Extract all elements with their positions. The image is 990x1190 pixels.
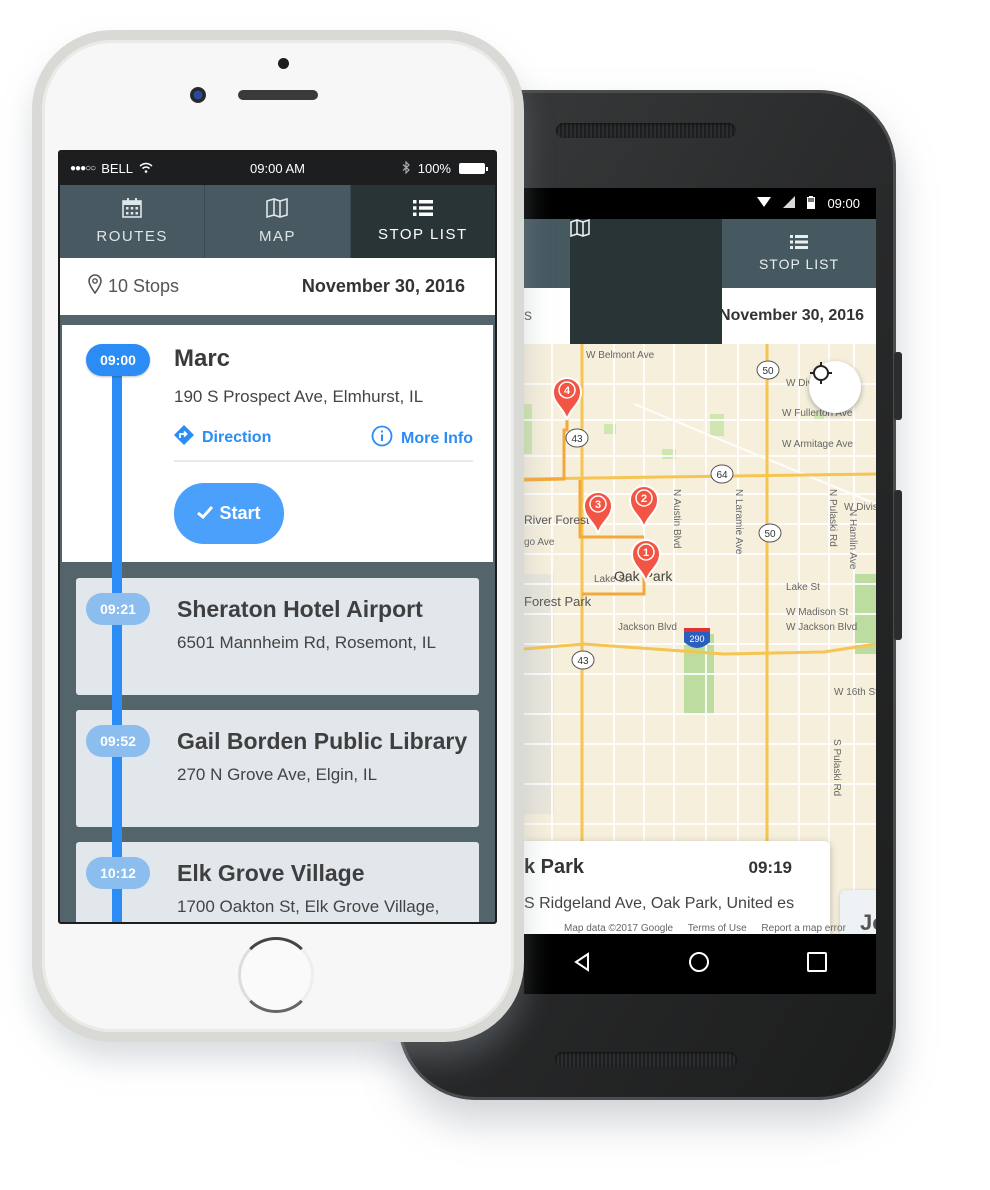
volume-button [894,490,902,640]
stop-card[interactable]: 10:12 Elk Grove Village 1700 Oakton St, El… [76,842,479,922]
stop-name: Marc [174,345,231,372]
timeline-line [112,562,122,578]
signal-dots: ●●●○○ [70,163,96,174]
back-icon[interactable] [573,951,591,977]
card-divider [174,460,473,462]
terms-link[interactable]: Terms of Use [688,923,747,934]
stops-count: 10 Stops [88,274,179,299]
stop-card[interactable]: 09:21 Sheraton Hotel Airport 6501 Mannheim… [76,578,479,695]
next-stop-title: Jo [860,910,876,934]
home-button[interactable] [238,937,314,1013]
direction-link[interactable]: Direction [174,425,271,450]
android-status-bar: 09:00 [524,188,876,219]
stop-address: 270 N Grove Ave, Elgin, IL [177,765,378,784]
route-header: 10 Stops November 30, 2016 [60,258,495,315]
power-button [894,352,902,420]
battery-icon [807,195,816,212]
front-camera [190,87,206,103]
stop-time-badge: 10:12 [86,857,150,889]
checkmark-icon [197,503,214,524]
android-status-time: 09:00 [827,196,860,211]
stop-name: Sheraton Hotel Airport [177,596,423,622]
map-marker-3[interactable]: 3 [582,491,614,535]
stop-address: S Ridgeland Ave, Oak Park, United es [524,895,795,912]
proximity-sensor [278,58,289,69]
android-bottom-speaker [555,1052,737,1067]
stop-address: 190 S Prospect Ave, Elmhurst, IL [174,387,424,406]
stop-name: Elk Grove Village [177,860,365,886]
battery-percent: 100% [417,161,451,176]
stop-list: 09:00 Marc 190 S Prospect Ave, Elmhurst,… [60,315,495,922]
iphone-screen: ●●●○○ BELL 09:00 AM 100% ROUTES MAP STOP… [58,150,497,924]
more-info-link[interactable]: More Info [371,425,473,452]
calendar-icon [122,198,142,222]
active-stop-card[interactable]: 09:00 Marc 190 S Prospect Ave, Elmhurst,… [62,325,493,582]
ios-status-bar: ●●●○○ BELL 09:00 AM 100% [60,152,495,185]
ios-status-time: 09:00 AM [250,161,305,176]
wifi-icon [757,196,772,211]
recents-icon[interactable] [807,951,828,977]
tab-map[interactable]: MAP [205,185,351,258]
start-button[interactable]: Start [174,483,284,544]
map-marker-1[interactable]: 1 [630,539,662,583]
stop-address: 1700 Oakton St, Elk Grove Village, [177,897,440,916]
list-icon [790,235,808,252]
location-pin-icon [88,274,102,299]
map-marker-label: 4 [564,385,571,397]
signal-icon [783,196,796,211]
report-error-link[interactable]: Report a map error [761,923,845,934]
stop-time-badge: 09:00 [86,344,150,376]
tab-stop-list[interactable]: STOP LIST [722,219,876,288]
list-icon [412,200,433,220]
stop-time-badge: 09:52 [86,725,150,757]
stop-title: k Park [524,856,585,878]
stop-time-badge: 09:21 [86,593,150,625]
android-tab-bar: MAP STOP LIST [524,219,876,809]
timeline-line [112,827,122,842]
tab-routes[interactable] [524,219,570,288]
map-attribution: Map data ©2017 Google Terms of Use Repor… [564,923,846,934]
tab-routes[interactable]: ROUTES [60,185,206,258]
my-location-button[interactable] [809,361,861,413]
route-date: November 30, 2016 [719,307,864,324]
stop-time: 09:19 [748,858,792,877]
timeline-line [112,355,122,582]
carrier-name: BELL [101,161,134,176]
stop-address: 6501 Mannheim Rd, Rosemont, IL [177,633,436,652]
stop-card[interactable]: 09:52 Gail Borden Public Library 270 N Gro… [76,710,479,827]
tab-routes-label: ROUTES [96,228,168,245]
tab-stop-list-label: STOP LIST [758,256,840,272]
ios-tab-bar: ROUTES MAP STOP LIST [60,185,495,258]
battery-icon [458,163,488,174]
bluetooth-icon [402,160,410,177]
android-earpiece [556,123,736,138]
info-icon [371,425,393,452]
route-map[interactable]: 43 50 64 50 43 290 W Belmont Ave W Divi … [524,344,876,934]
stop-name: Gail Borden Public Library [177,728,468,754]
map-marker-label: 2 [641,493,647,505]
map-icon [266,197,289,222]
tab-map-label: MAP [258,228,296,245]
home-icon[interactable] [688,951,710,978]
map-marker-2[interactable]: 2 [628,485,660,529]
tab-stop-list-label: STOP LIST [377,226,468,243]
map-marker-4[interactable]: 4 [551,377,583,421]
stop-info-card: k Park 09:19 S Ridgeland Ave, Oak Park, … [524,841,830,934]
direction-icon [174,425,194,450]
map-marker-label: 1 [643,547,649,559]
timeline-line [112,695,122,710]
android-screen: 09:00 MAP STOP LIST s November 30, 2016 [524,188,876,934]
route-date: November 30, 2016 [301,276,465,296]
stops-count: s [524,307,532,324]
wifi-icon [139,161,153,176]
tab-stop-list[interactable]: STOP LIST [350,185,495,258]
iphone-earpiece [238,90,318,100]
android-nav-bar [524,934,876,994]
map-marker-label: 3 [595,499,601,511]
